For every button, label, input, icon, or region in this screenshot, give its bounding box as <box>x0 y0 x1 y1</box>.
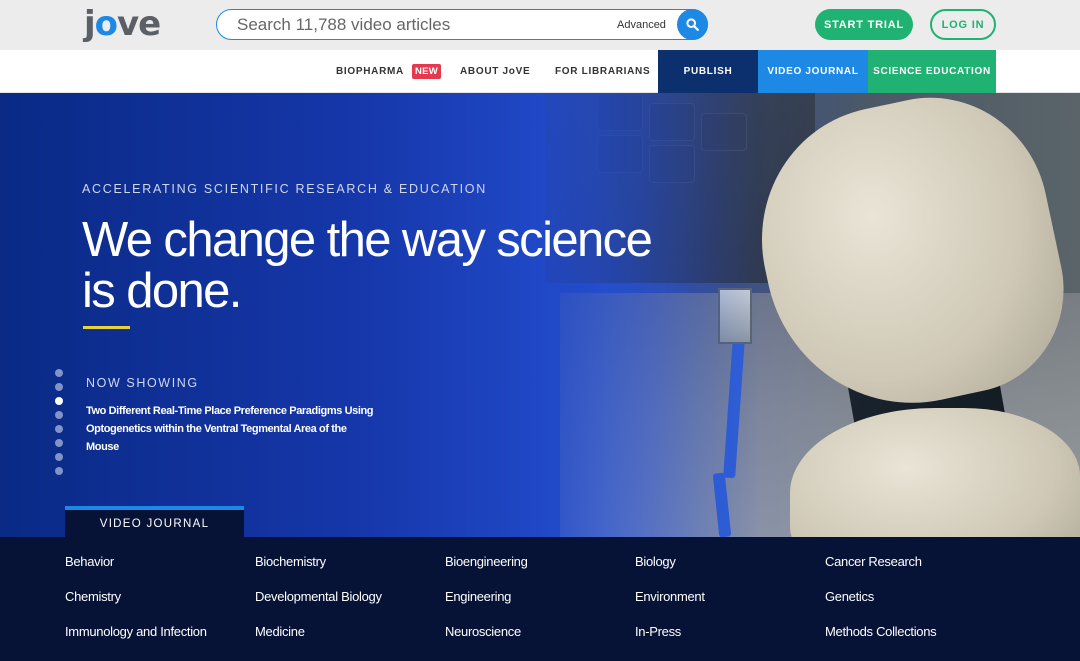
nav-biopharma[interactable]: BIOPHARMA NEW <box>336 50 442 93</box>
new-badge: NEW <box>411 64 442 79</box>
search-input[interactable] <box>237 14 607 36</box>
category-link[interactable]: Engineering <box>445 589 511 604</box>
search-bar: Advanced <box>216 9 708 40</box>
jove-logo[interactable]: jove <box>84 4 161 45</box>
start-trial-button[interactable]: START TRIAL <box>815 9 913 40</box>
category-link[interactable]: Biology <box>635 554 676 569</box>
nav-librarians[interactable]: FOR LIBRARIANS <box>555 50 650 93</box>
advanced-search-link[interactable]: Advanced <box>617 19 666 31</box>
logo-text: jove <box>84 4 161 44</box>
nav-publish[interactable]: PUBLISH <box>658 50 758 93</box>
category-grid: Behavior Biochemistry Bioengineering Bio… <box>0 537 1080 661</box>
category-link[interactable]: Chemistry <box>65 589 121 604</box>
search-icon <box>686 18 699 31</box>
category-link[interactable]: Cancer Research <box>825 554 922 569</box>
slide-dot-active[interactable] <box>55 397 63 405</box>
category-link[interactable]: Biochemistry <box>255 554 326 569</box>
category-link[interactable]: Bioengineering <box>445 554 528 569</box>
login-button[interactable]: LOG IN <box>930 9 996 40</box>
slide-dot[interactable] <box>55 411 63 419</box>
category-link[interactable]: Methods Collections <box>825 624 937 639</box>
now-showing-label: NOW SHOWING <box>86 376 199 390</box>
category-link[interactable]: Neuroscience <box>445 624 521 639</box>
slide-dot[interactable] <box>55 369 63 377</box>
category-link[interactable]: Genetics <box>825 589 874 604</box>
headline-underline <box>83 326 130 329</box>
category-link[interactable]: In-Press <box>635 624 681 639</box>
slide-dot[interactable] <box>55 383 63 391</box>
hero-banner[interactable]: ACCELERATING SCIENTIFIC RESEARCH & EDUCA… <box>0 93 1080 537</box>
slide-dot[interactable] <box>55 467 63 475</box>
hero-headline: We change the way science is done. <box>82 215 702 317</box>
nav-science-education[interactable]: SCIENCE EDUCATION <box>868 50 996 93</box>
category-link[interactable]: Behavior <box>65 554 114 569</box>
hero-headline-line2: is done. <box>82 264 242 318</box>
category-link[interactable]: Immunology and Infection <box>65 624 207 639</box>
slide-dot[interactable] <box>55 453 63 461</box>
slide-dot[interactable] <box>55 425 63 433</box>
video-journal-tab[interactable]: VIDEO JOURNAL <box>65 506 244 537</box>
main-nav: BIOPHARMA NEW ABOUT JoVE FOR LIBRARIANS P… <box>0 50 1080 93</box>
now-showing-title[interactable]: Two Different Real-Time Place Preference… <box>86 402 376 456</box>
slide-indicator <box>55 369 65 481</box>
hero-kicker: ACCELERATING SCIENTIFIC RESEARCH & EDUCA… <box>82 182 487 196</box>
category-link[interactable]: Environment <box>635 589 705 604</box>
search-button[interactable] <box>677 9 708 40</box>
category-link[interactable]: Developmental Biology <box>255 589 382 604</box>
nav-video-journal[interactable]: VIDEO JOURNAL <box>758 50 868 93</box>
top-bar: jove Advanced START TRIAL LOG IN <box>0 0 1080 50</box>
category-link[interactable]: Medicine <box>255 624 305 639</box>
slide-dot[interactable] <box>55 439 63 447</box>
nav-biopharma-label: BIOPHARMA <box>336 66 404 77</box>
hero-headline-line1: We change the way science <box>82 213 653 267</box>
nav-about[interactable]: ABOUT JoVE <box>460 50 530 93</box>
